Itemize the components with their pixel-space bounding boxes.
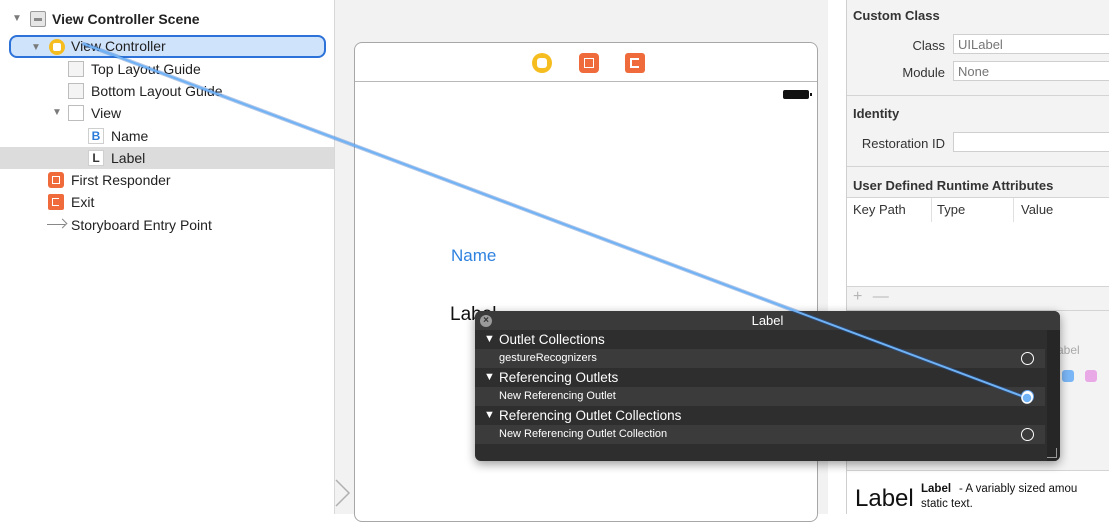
- outline-item-view-controller[interactable]: ▼ View Controller: [9, 35, 326, 58]
- chevron-right-icon[interactable]: [335, 478, 351, 508]
- view-icon: [68, 105, 84, 121]
- udra-heading: User Defined Runtime Attributes: [853, 178, 1054, 193]
- object-library-item[interactable]: Label Label - A variably sized amou stat…: [847, 470, 1109, 515]
- button-icon: B: [88, 128, 104, 144]
- exit-icon: [48, 194, 64, 210]
- connection-circle-icon[interactable]: [1021, 428, 1034, 441]
- column-header-value[interactable]: Value: [1021, 202, 1053, 217]
- color-swatch[interactable]: [1062, 370, 1074, 382]
- divider: [847, 95, 1109, 96]
- restoration-id-field[interactable]: [953, 132, 1109, 152]
- column-divider: [931, 198, 932, 222]
- section-outlet-collections[interactable]: ▼ Outlet Collections: [475, 330, 1045, 349]
- connection-circle-icon[interactable]: [1021, 390, 1034, 403]
- connection-row: New Referencing Outlet Collection: [475, 425, 1045, 444]
- restoration-id-label: Restoration ID: [861, 136, 945, 151]
- label-icon: L: [88, 150, 104, 166]
- first-responder-icon: [48, 172, 64, 188]
- connection-label: New Referencing Outlet Collection: [499, 428, 668, 440]
- column-divider: [1013, 198, 1014, 222]
- outline-item-label: View Controller: [71, 38, 166, 54]
- outline-item-storyboard-entry-point[interactable]: Storyboard Entry Point: [0, 214, 334, 236]
- library-item-description-continued: static text.: [921, 498, 973, 510]
- outline-item-label: Storyboard Entry Point: [71, 217, 212, 233]
- outline-item-label: Top Layout Guide: [91, 61, 201, 77]
- class-field[interactable]: [953, 34, 1109, 54]
- outline-item-label: View: [91, 105, 122, 121]
- battery-icon: [783, 90, 812, 99]
- first-responder-icon[interactable]: [579, 53, 599, 73]
- popup-title: Label: [475, 311, 1060, 330]
- layout-guide-icon: [68, 61, 84, 77]
- scene-icon: [30, 11, 46, 27]
- outline-item-label: Name: [111, 128, 149, 144]
- section-title: Referencing Outlets: [499, 370, 619, 385]
- add-remove-controls: + —: [853, 288, 889, 306]
- connection-row: gestureRecognizers: [475, 349, 1045, 368]
- outline-item-label: First Responder: [71, 172, 171, 188]
- module-label: Module: [902, 65, 945, 80]
- custom-class-heading: Custom Class: [853, 8, 940, 23]
- section-title: Outlet Collections: [499, 332, 605, 347]
- outline-item-label: Bottom Layout Guide: [91, 83, 223, 99]
- identity-heading: Identity: [853, 106, 900, 121]
- view-controller-icon: [49, 39, 65, 55]
- outline-item-label-selected[interactable]: L Label: [0, 147, 334, 169]
- outline-item-first-responder[interactable]: First Responder: [0, 169, 334, 191]
- library-item-title: Label: [921, 483, 952, 495]
- connection-label: gestureRecognizers: [499, 352, 597, 364]
- outline-item-label: Exit: [71, 194, 95, 210]
- layout-guide-icon: [68, 83, 84, 99]
- library-item-preview: Label: [855, 485, 914, 512]
- resize-grip-icon[interactable]: [1047, 448, 1057, 458]
- partially-hidden-field: abel: [1057, 343, 1080, 357]
- library-item-description: - A variably sized amou: [959, 483, 1078, 495]
- connection-circle-icon[interactable]: [1021, 352, 1034, 365]
- entry-arrow-icon: [47, 217, 69, 233]
- disclosure-triangle-icon[interactable]: ▼: [12, 8, 22, 30]
- column-header-type[interactable]: Type: [937, 202, 965, 217]
- close-icon[interactable]: ×: [480, 315, 492, 327]
- disclosure-triangle-icon[interactable]: ▼: [484, 406, 495, 425]
- section-referencing-outlets[interactable]: ▼ Referencing Outlets: [475, 368, 1045, 387]
- scene-dock: [355, 43, 817, 82]
- class-label: Class: [912, 38, 945, 53]
- view-controller-icon[interactable]: [532, 53, 552, 73]
- exit-icon[interactable]: [625, 53, 645, 73]
- divider: [847, 166, 1109, 167]
- disclosure-triangle-icon[interactable]: ▼: [484, 368, 495, 387]
- disclosure-triangle-icon[interactable]: ▼: [52, 102, 62, 124]
- outline-item-bottom-layout-guide[interactable]: Bottom Layout Guide: [0, 80, 334, 102]
- outline-item-top-layout-guide[interactable]: Top Layout Guide: [0, 58, 334, 80]
- connections-popup[interactable]: Label × ▼ Outlet Collections gestureReco…: [475, 311, 1060, 461]
- color-swatch[interactable]: [1085, 370, 1097, 382]
- connection-row: New Referencing Outlet: [475, 387, 1045, 406]
- disclosure-triangle-icon[interactable]: ▼: [31, 37, 41, 59]
- document-outline: ▼ View Controller Scene ▼ View Controlle…: [0, 0, 335, 514]
- outline-scene-row[interactable]: ▼ View Controller Scene: [0, 8, 334, 30]
- popup-scrollbar[interactable]: [1047, 330, 1060, 461]
- outline-item-label: Label: [111, 150, 146, 166]
- module-field[interactable]: [953, 61, 1109, 81]
- outline-item-name-button[interactable]: B Name: [0, 125, 334, 147]
- name-button[interactable]: Name: [451, 246, 496, 266]
- outline-item-view[interactable]: ▼ View: [0, 102, 334, 124]
- connection-label: New Referencing Outlet: [499, 390, 616, 402]
- section-title: Referencing Outlet Collections: [499, 408, 682, 423]
- section-referencing-outlet-collections[interactable]: ▼ Referencing Outlet Collections: [475, 406, 1045, 425]
- outline-item-exit[interactable]: Exit: [0, 191, 334, 213]
- disclosure-triangle-icon[interactable]: ▼: [484, 330, 495, 349]
- add-attribute-button[interactable]: +: [853, 288, 862, 305]
- remove-attribute-button[interactable]: —: [873, 288, 889, 305]
- runtime-attributes-table[interactable]: Key Path Type Value: [847, 197, 1109, 287]
- column-header-key-path[interactable]: Key Path: [853, 202, 906, 217]
- scene-title: View Controller Scene: [52, 11, 200, 27]
